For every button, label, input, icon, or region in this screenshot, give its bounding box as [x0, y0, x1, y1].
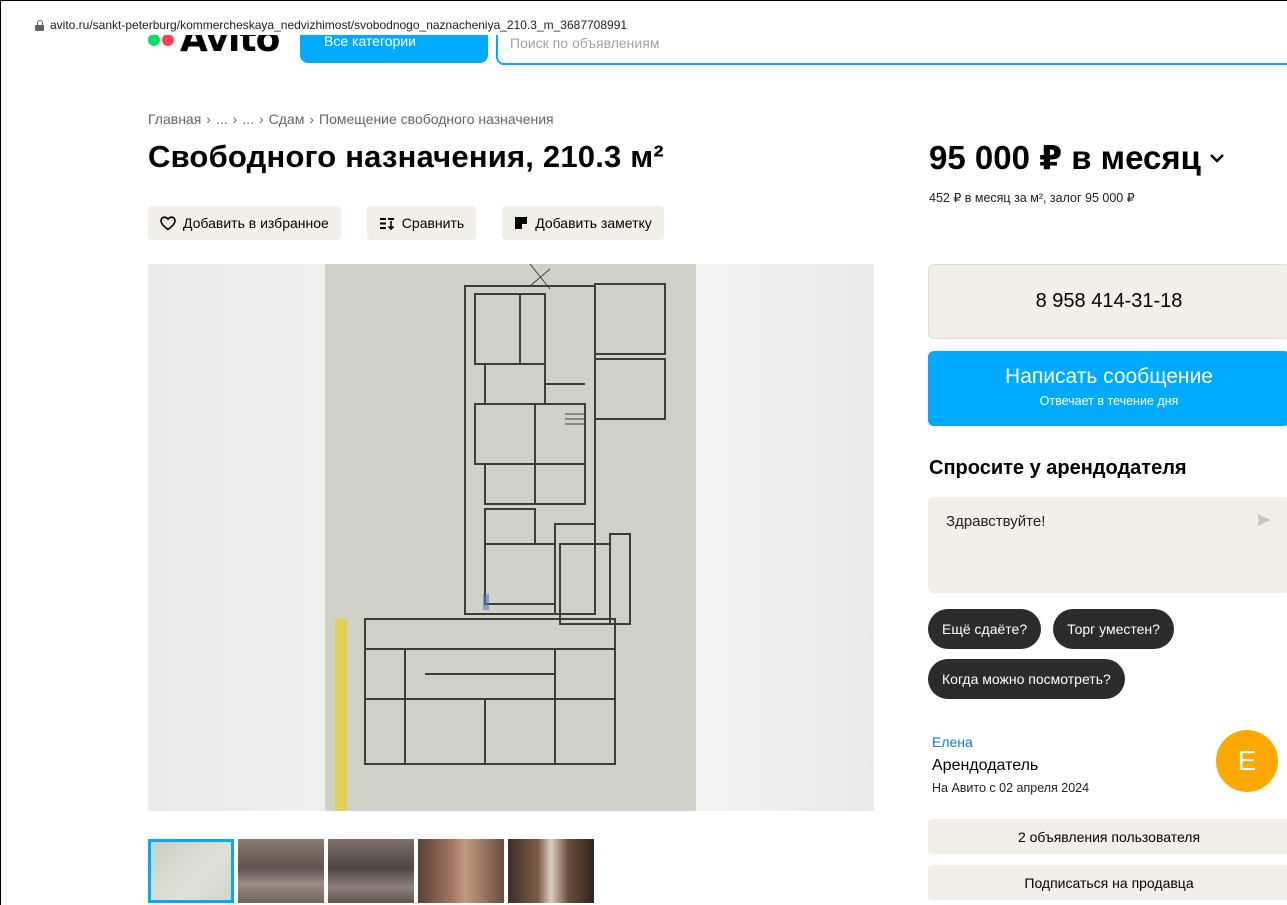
all-categories-label: Все категории [324, 35, 416, 49]
breadcrumb-item-collapsed[interactable]: ... [216, 111, 228, 127]
thumbnail-photo[interactable] [508, 839, 594, 903]
breadcrumb: Главная › ... › ... › Сдам › Помещение с… [148, 111, 554, 127]
heart-icon [160, 215, 176, 230]
breadcrumb-item-category[interactable]: Помещение свободного назначения [319, 111, 554, 127]
quick-questions: Ещё сдаёте? Торг уместен? Когда можно по… [928, 609, 1258, 699]
floor-plan-image [325, 264, 696, 811]
thumbnail-floor-plan[interactable] [148, 839, 234, 903]
price-details: 452 ₽ в месяц за м², залог 95 000 ₽ [929, 191, 1135, 205]
subscribe-seller-label: Подписаться на продавца [1024, 874, 1194, 891]
seller-ads-button[interactable]: 2 объявления пользователя [928, 819, 1287, 854]
compare-button[interactable]: Сравнить [366, 206, 477, 240]
phone-number: 8 958 414-31-18 [1035, 290, 1183, 312]
thumbnail-photo[interactable] [238, 839, 324, 903]
search-placeholder: Поиск по объявлениям [510, 35, 660, 51]
search-input[interactable]: Поиск по объявлениям [496, 35, 1287, 65]
note-icon [515, 217, 528, 229]
logo-text: Avito [180, 35, 280, 60]
seller-name-link[interactable]: Елена [932, 734, 973, 750]
question-input[interactable]: Здравствуйте! [928, 497, 1287, 593]
response-time-label: Отвечает в течение дня [1039, 394, 1179, 408]
show-phone-button[interactable]: 8 958 414-31-18 [928, 264, 1287, 339]
favorites-label: Добавить в избранное [183, 215, 329, 231]
logo-dot-green [148, 35, 160, 46]
breadcrumb-separator: › [206, 111, 211, 127]
note-label: Добавить заметку [535, 215, 652, 231]
seller-role: Арендодатель [932, 757, 1039, 774]
listing-actions: Добавить в избранное Сравнить Добавить з… [148, 206, 664, 240]
quick-question-chip[interactable]: Ещё сдаёте? [928, 609, 1042, 649]
url-text: avito.ru/sankt-peterburg/kommercheskaya_… [50, 18, 628, 32]
subscribe-seller-button[interactable]: Подписаться на продавца [928, 865, 1287, 900]
breadcrumb-separator: › [309, 111, 315, 127]
quick-question-chip[interactable]: Торг уместен? [1053, 609, 1174, 649]
browser-frame: avito.ru/sankt-peterburg/kommercheskaya_… [0, 0, 1287, 905]
seller-ads-label: 2 объявления пользователя [1017, 828, 1201, 845]
compare-label: Сравнить [401, 215, 465, 231]
breadcrumb-separator: › [232, 111, 238, 127]
breadcrumb-separator: › [258, 111, 264, 127]
breadcrumb-item-rent[interactable]: Сдам [269, 111, 305, 127]
photo-thumbnails [148, 839, 594, 903]
price-value: 95 000 ₽ в месяц [929, 139, 1201, 176]
main-photo[interactable] [148, 264, 874, 811]
breadcrumb-item-home[interactable]: Главная [148, 111, 201, 127]
address-bar[interactable]: avito.ru/sankt-peterburg/kommercheskaya_… [35, 15, 627, 35]
quick-question-chip[interactable]: Когда можно посмотреть? [928, 659, 1125, 699]
thumbnail-photo[interactable] [418, 839, 504, 903]
compare-icon [379, 217, 394, 230]
ask-landlord-heading: Спросите у арендодателя [929, 457, 1187, 479]
add-note-button[interactable]: Добавить заметку [502, 206, 664, 240]
logo-dot-red [162, 35, 174, 46]
write-message-button[interactable]: Написать сообщение Отвечает в течение дн… [928, 351, 1287, 426]
question-input-value: Здравствуйте! [946, 513, 1046, 530]
lock-icon [35, 19, 44, 31]
seller-since: На Авито с 02 апреля 2024 [932, 781, 1090, 795]
avito-logo[interactable]: Avito [148, 35, 280, 60]
thumbnail-photo[interactable] [328, 839, 414, 903]
photo-blur-right [696, 264, 874, 811]
chevron-down-icon [1210, 153, 1224, 163]
add-to-favorites-button[interactable]: Добавить в избранное [148, 206, 341, 240]
photo-blur-left [148, 264, 325, 811]
breadcrumb-item-collapsed[interactable]: ... [242, 111, 254, 127]
seller-avatar[interactable]: E [1216, 730, 1278, 792]
price[interactable]: 95 000 ₽ в месяц [929, 138, 1225, 177]
write-message-label: Написать сообщение [1005, 365, 1213, 388]
listing-title: Свободного назначения, 210.3 м² [148, 139, 664, 174]
send-icon[interactable] [1256, 513, 1272, 527]
site-header: Avito Все категории Поиск по объявлениям [1, 35, 1287, 71]
all-categories-button[interactable]: Все категории [300, 35, 488, 63]
